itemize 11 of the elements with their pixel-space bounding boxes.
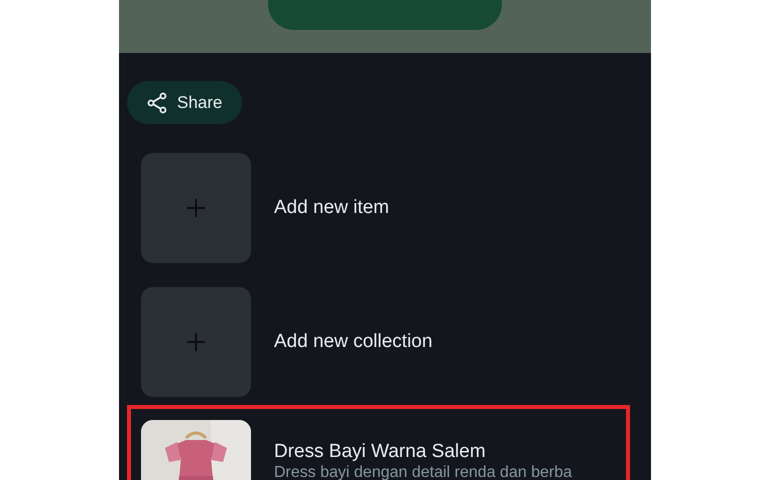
- item-label[interactable]: Add new collection: [274, 331, 432, 353]
- share-icon: [147, 92, 167, 114]
- plus-icon: [186, 198, 206, 218]
- product-description: Dress bayi dengan detail renda dan berba: [274, 464, 572, 480]
- plus-icon: [186, 332, 206, 352]
- add-tile[interactable]: [141, 287, 251, 397]
- add-tile[interactable]: [141, 153, 251, 263]
- action-button[interactable]: [268, 0, 502, 30]
- item-label[interactable]: Add new item: [274, 197, 390, 219]
- share-button[interactable]: Share: [127, 81, 242, 124]
- product-title[interactable]: Dress Bayi Warna Salem: [274, 440, 572, 464]
